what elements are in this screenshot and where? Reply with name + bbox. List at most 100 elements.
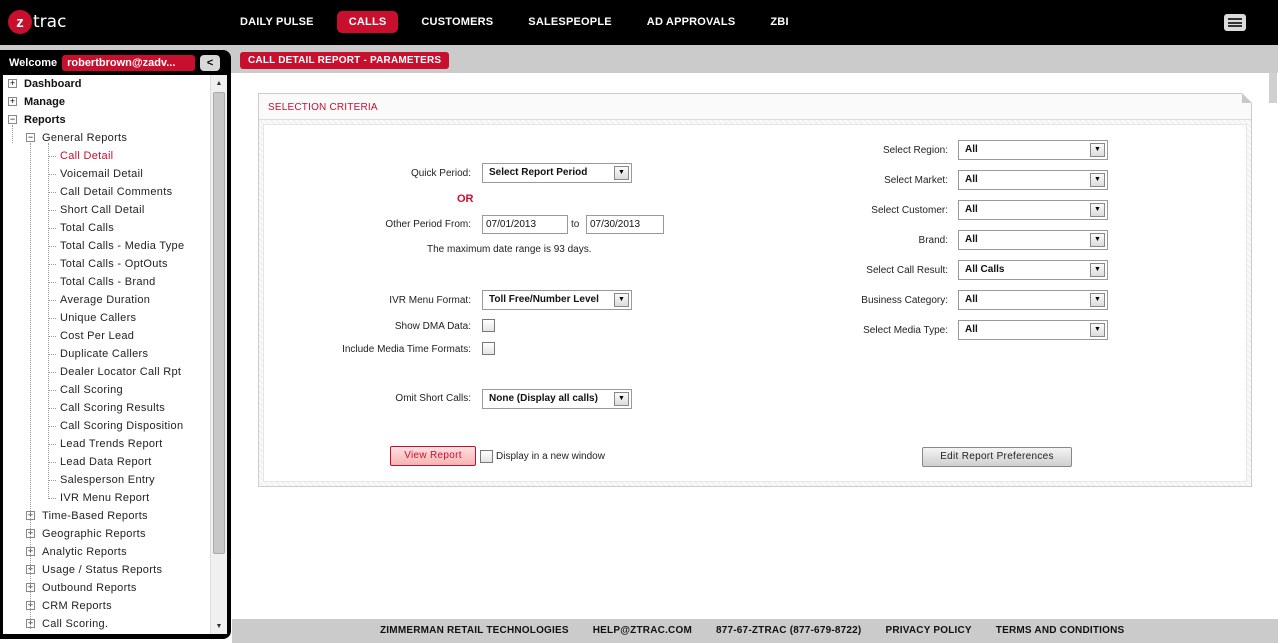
tree-item-call-scoring-results[interactable]: Call Scoring Results bbox=[3, 399, 210, 417]
nav-ad-approvals[interactable]: AD APPROVALS bbox=[635, 11, 748, 33]
tree-item-crm-reports[interactable]: + CRM Reports bbox=[3, 597, 210, 615]
footer: ZIMMERMAN RETAIL TECHNOLOGIES HELP@ZTRAC.… bbox=[232, 619, 1278, 643]
tree-item-call-detail[interactable]: Call Detail bbox=[3, 147, 210, 165]
to-date-input[interactable] bbox=[586, 215, 664, 234]
omit-short-select[interactable]: None (Display all calls) ▼ bbox=[482, 389, 632, 409]
page-title: CALL DETAIL REPORT - PARAMETERS bbox=[240, 52, 450, 69]
scroll-down-arrow-icon[interactable]: ▼ bbox=[211, 618, 227, 634]
filter-select-select-customer[interactable]: All ▼ bbox=[958, 200, 1108, 220]
sidebar: Welcome robertbrown@zadv... < + Dashboard… bbox=[0, 50, 231, 639]
hamburger-menu-icon[interactable] bbox=[1224, 14, 1246, 31]
filter-value: All bbox=[965, 144, 978, 155]
filter-value: All Calls bbox=[965, 264, 1005, 275]
tree-item-call-detail-comments[interactable]: Call Detail Comments bbox=[3, 183, 210, 201]
tree-item-analytic-reports[interactable]: + Analytic Reports bbox=[3, 543, 210, 561]
tree-item-lead-trends-report[interactable]: Lead Trends Report bbox=[3, 435, 210, 453]
tree-item-manage[interactable]: + Manage bbox=[3, 93, 210, 111]
filter-select-business-category[interactable]: All ▼ bbox=[958, 290, 1108, 310]
view-report-button[interactable]: View Report bbox=[390, 446, 476, 466]
tree-item-label: Analytic Reports bbox=[42, 546, 127, 558]
scroll-up-arrow-icon[interactable]: ▲ bbox=[211, 75, 227, 91]
collapse-icon[interactable]: − bbox=[26, 133, 35, 142]
tree-item-label: Lead Trends Report bbox=[60, 438, 163, 450]
ztrac-logo[interactable]: z trac bbox=[8, 10, 66, 34]
filter-select-brand[interactable]: All ▼ bbox=[958, 230, 1108, 250]
tree-item-voicemail-detail[interactable]: Voicemail Detail bbox=[3, 165, 210, 183]
ivr-format-value: Toll Free/Number Level bbox=[489, 294, 599, 305]
tree-item-short-call-detail[interactable]: Short Call Detail bbox=[3, 201, 210, 219]
tree-item-time-based-reports[interactable]: + Time-Based Reports bbox=[3, 507, 210, 525]
tree-item-salesperson-entry[interactable]: Salesperson Entry bbox=[3, 471, 210, 489]
tree-item-total-calls-optouts[interactable]: Total Calls - OptOuts bbox=[3, 255, 210, 273]
footer-link-0[interactable]: ZIMMERMAN RETAIL TECHNOLOGIES bbox=[380, 625, 569, 636]
footer-link-2[interactable]: 877-67-ZTRAC (877-679-8722) bbox=[716, 625, 861, 636]
ivr-format-select[interactable]: Toll Free/Number Level ▼ bbox=[482, 290, 632, 310]
filter-select-select-region[interactable]: All ▼ bbox=[958, 140, 1108, 160]
tree-item-lead-data-report[interactable]: Lead Data Report bbox=[3, 453, 210, 471]
quick-period-select[interactable]: Select Report Period ▼ bbox=[482, 163, 632, 183]
tree-item-label: Cost Per Lead bbox=[60, 330, 135, 342]
nav-customers[interactable]: CUSTOMERS bbox=[409, 11, 505, 33]
tree-item-total-calls[interactable]: Total Calls bbox=[3, 219, 210, 237]
include-media-checkbox[interactable] bbox=[482, 342, 495, 355]
tree-item-ivr-menu-report[interactable]: IVR Menu Report bbox=[3, 489, 210, 507]
nav-zbi[interactable]: ZBI bbox=[758, 11, 800, 33]
chevron-down-icon: ▼ bbox=[1090, 203, 1105, 217]
tree-item-geographic-reports[interactable]: + Geographic Reports bbox=[3, 525, 210, 543]
filter-label: Select Region: bbox=[882, 145, 948, 156]
max-range-note: The maximum date range is 93 days. bbox=[427, 244, 592, 255]
scrollbar-thumb[interactable] bbox=[213, 92, 225, 554]
footer-link-3[interactable]: PRIVACY POLICY bbox=[885, 625, 971, 636]
footer-link-1[interactable]: HELP@ZTRAC.COM bbox=[593, 625, 692, 636]
tree-item-label: Total Calls - OptOuts bbox=[60, 258, 168, 270]
filter-select-select-call-result[interactable]: All Calls ▼ bbox=[958, 260, 1108, 280]
tree-item-total-calls-media-type[interactable]: Total Calls - Media Type bbox=[3, 237, 210, 255]
tree-item-call-scoring[interactable]: Call Scoring bbox=[3, 381, 210, 399]
panel-title: SELECTION CRITERIA bbox=[268, 102, 378, 113]
tree-item-total-calls-brand[interactable]: Total Calls - Brand bbox=[3, 273, 210, 291]
new-window-checkbox[interactable] bbox=[480, 450, 493, 463]
welcome-bar: Welcome robertbrown@zadv... < bbox=[3, 53, 227, 73]
filter-value: All bbox=[965, 324, 978, 335]
tree-item-unique-callers[interactable]: Unique Callers bbox=[3, 309, 210, 327]
tree-item-call-scoring[interactable]: + Call Scoring. bbox=[3, 615, 210, 633]
expand-icon[interactable]: + bbox=[8, 97, 17, 106]
nav-calls[interactable]: CALLS bbox=[336, 11, 399, 33]
tree-item-label: Call Scoring. bbox=[42, 618, 109, 630]
tree-item-label: Dashboard bbox=[24, 78, 82, 90]
tree-item-reports[interactable]: − Reports bbox=[3, 111, 210, 129]
collapse-icon[interactable]: − bbox=[8, 115, 17, 124]
from-date-input[interactable] bbox=[482, 215, 568, 234]
tree-item-outbound-reports[interactable]: + Outbound Reports bbox=[3, 579, 210, 597]
user-badge[interactable]: robertbrown@zadv... bbox=[62, 55, 196, 71]
tree-item-usage-status-reports[interactable]: + Usage / Status Reports bbox=[3, 561, 210, 579]
page-scrollbar[interactable] bbox=[1268, 73, 1278, 618]
edit-preferences-button[interactable]: Edit Report Preferences bbox=[922, 447, 1072, 467]
tree-item-average-duration[interactable]: Average Duration bbox=[3, 291, 210, 309]
tree-item-label: Duplicate Callers bbox=[60, 348, 149, 360]
nav-salespeople[interactable]: SALESPEOPLE bbox=[516, 11, 624, 33]
show-dma-checkbox[interactable] bbox=[482, 319, 495, 332]
filter-value: All bbox=[965, 294, 978, 305]
tree-connector bbox=[48, 210, 56, 211]
tree-item-general-reports[interactable]: − General Reports bbox=[3, 129, 210, 147]
expand-icon[interactable]: + bbox=[8, 79, 17, 88]
tree-item-dealer-locator-call-rpt[interactable]: Dealer Locator Call Rpt bbox=[3, 363, 210, 381]
filter-select-select-market[interactable]: All ▼ bbox=[958, 170, 1108, 190]
tree-item-duplicate-callers[interactable]: Duplicate Callers bbox=[3, 345, 210, 363]
sidebar-scrollbar[interactable]: ▲ ▼ bbox=[210, 75, 227, 634]
nav-tree-container: + Dashboard + Manage − Reports − General Report… bbox=[3, 75, 227, 634]
tree-connector bbox=[48, 462, 56, 463]
tree-item-dashboard[interactable]: + Dashboard bbox=[3, 75, 210, 93]
filter-label: Select Market: bbox=[884, 175, 948, 186]
tree-item-cost-per-lead[interactable]: Cost Per Lead bbox=[3, 327, 210, 345]
page-scrollbar-thumb[interactable] bbox=[1269, 73, 1277, 103]
filter-label: Select Call Result: bbox=[866, 265, 948, 276]
collapse-sidebar-button[interactable]: < bbox=[200, 55, 221, 71]
nav-daily-pulse[interactable]: DAILY PULSE bbox=[228, 11, 326, 33]
footer-link-4[interactable]: TERMS AND CONDITIONS bbox=[996, 625, 1125, 636]
tree-item-call-scoring-disposition[interactable]: Call Scoring Disposition bbox=[3, 417, 210, 435]
filter-select-select-media-type[interactable]: All ▼ bbox=[958, 320, 1108, 340]
tree-connector bbox=[48, 390, 56, 391]
tree-connector bbox=[48, 264, 56, 265]
